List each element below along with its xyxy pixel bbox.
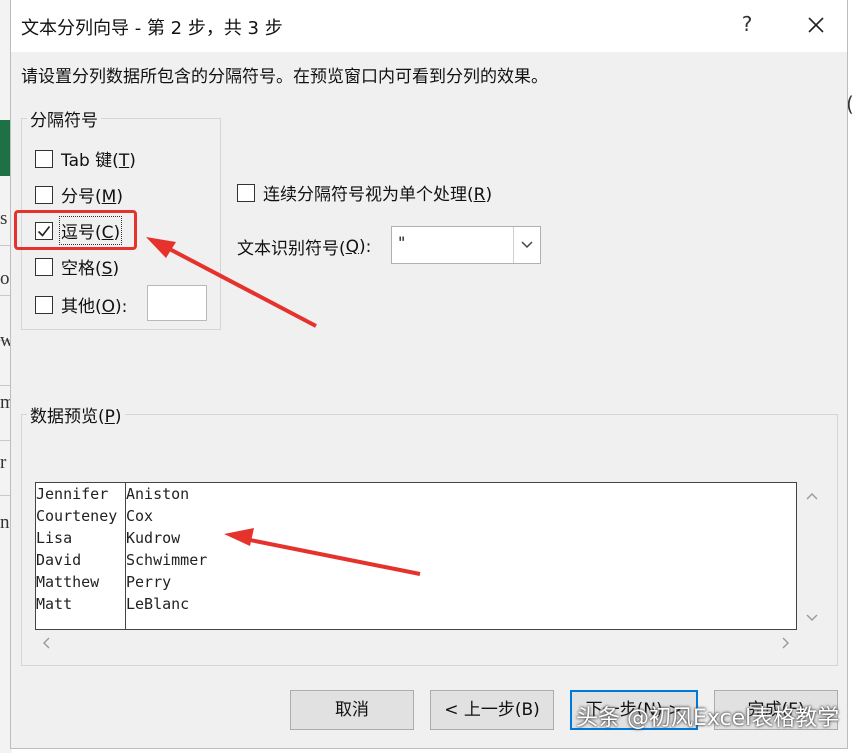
semicolon-label: 分号(M) [61,187,123,207]
other-delimiter-input[interactable] [147,285,207,321]
text-qualifier-label: 文本识别符号(Q): [237,236,372,260]
chevron-down-icon[interactable] [513,227,540,263]
close-button[interactable] [799,8,833,42]
preview-cell: Matthew [36,573,100,591]
text-qualifier-select[interactable]: " [391,226,541,264]
data-preview-label: 数据预览(P) [27,402,125,427]
preview-cell: Courteney [36,507,118,525]
scroll-left-icon[interactable] [39,635,55,651]
semicolon-checkbox-row[interactable]: 分号(M) [35,182,123,207]
scroll-down-icon[interactable] [804,609,820,625]
scroll-right-icon[interactable] [777,635,793,651]
tab-checkbox-row[interactable]: Tab 键(T) [35,146,136,171]
consecutive-delimiters-row[interactable]: 连续分隔符号视为单个处理(R) [237,180,492,205]
other-checkbox-row[interactable]: 其他(O): [35,292,127,317]
preview-cell: Schwimmer [126,551,208,569]
preview-cell: Kudrow [126,529,181,547]
preview-cell: David [36,551,82,569]
space-checkbox[interactable] [35,257,53,276]
preview-cell: Cox [126,507,154,525]
consecutive-delimiters-label: 连续分隔符号视为单个处理(R) [263,185,493,205]
background-char: n [0,512,10,533]
semicolon-checkbox[interactable] [35,185,53,204]
instruction-text: 请设置分列数据所包含的分隔符号。在预览窗口内可看到分列的效果。 [21,67,548,87]
space-checkbox-row[interactable]: 空格(S) [35,254,119,279]
preview-column-1[interactable]: Jennifer Courteney Lisa David Matthew Ma… [36,483,118,629]
preview-cell: LeBlanc [126,595,190,613]
annotation-highlight-box [14,210,137,250]
tab-checkbox[interactable] [35,149,53,168]
delimiters-group-label: 分隔符号 [27,106,101,131]
back-button[interactable]: < 上一步(B) [430,690,554,730]
background-char: s [0,208,8,229]
close-icon [808,17,824,33]
preview-cell: Aniston [126,485,190,503]
scroll-up-icon[interactable] [804,489,820,505]
watermark-text: 头条 @初风Excel表格教学 [576,706,840,731]
preview-cell: Matt [36,595,73,613]
space-label: 空格(S) [61,259,120,279]
data-preview-grid[interactable]: Jennifer Courteney Lisa David Matthew Ma… [35,482,797,630]
preview-column-2[interactable]: Aniston Cox Kudrow Schwimmer Perry LeBla… [126,483,208,629]
background-char: r [0,452,7,473]
tab-label: Tab 键(T) [61,151,136,171]
other-checkbox[interactable] [35,295,53,314]
dialog-title: 文本分列向导 - 第 2 步，共 3 步 [21,18,283,39]
preview-cell: Lisa [36,529,73,547]
background-char: o [0,268,10,289]
preview-cell: Jennifer [36,485,109,503]
help-button[interactable]: ? [735,12,759,36]
consecutive-delimiters-checkbox[interactable] [237,183,255,202]
preview-cell: Perry [126,573,172,591]
text-import-wizard-dialog: 文本分列向导 - 第 2 步，共 3 步 ? 请设置分列数据所包含的分隔符号。在… [10,0,848,749]
titlebar: 文本分列向导 - 第 2 步，共 3 步 ? [11,0,847,52]
cancel-button[interactable]: 取消 [290,690,414,730]
other-label: 其他(O): [61,297,128,317]
text-qualifier-value: " [398,233,406,252]
